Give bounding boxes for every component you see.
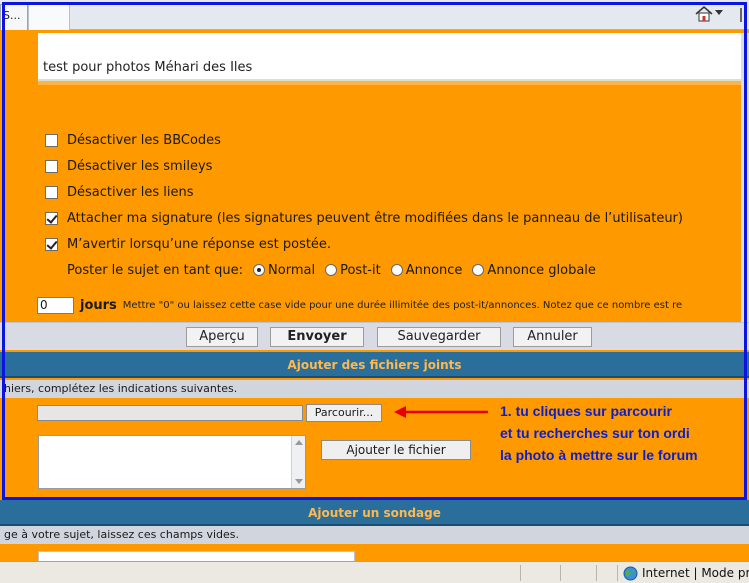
radio-label: Normal (268, 262, 316, 278)
add-file-button[interactable]: Ajouter le fichier (321, 440, 471, 460)
checkbox-disable-smileys[interactable] (45, 159, 58, 173)
option-label: M’avertir lorsqu’une réponse est postée. (67, 236, 332, 252)
send-button[interactable]: Envoyer (270, 327, 364, 347)
checkbox-disable-links[interactable] (45, 185, 58, 199)
option-label: Désactiver les smileys (67, 158, 213, 174)
checkbox-attach-signature[interactable] (45, 211, 58, 225)
scroll-down-icon[interactable] (295, 479, 303, 484)
preview-button[interactable]: Aperçu (186, 327, 258, 347)
save-button[interactable]: Sauvegarder (377, 327, 501, 347)
cancel-button[interactable]: Annuler (513, 327, 592, 347)
status-divider (560, 565, 561, 581)
duration-note: Mettre "0" ou laissez cette case vide po… (122, 299, 683, 311)
post-as-row: Poster le sujet en tant que: Normal Post… (67, 261, 596, 279)
option-label: Attacher ma signature (les signatures pe… (67, 210, 683, 226)
browser-tab-new[interactable] (28, 4, 70, 30)
message-text: test pour photos Méhari des Iles (43, 60, 253, 75)
file-path-input[interactable] (37, 405, 303, 421)
browser-status-bar: Internet | Mode prot (0, 561, 749, 583)
globe-icon (623, 566, 638, 581)
poll-question-input[interactable] (38, 551, 355, 561)
radio-global-announce[interactable] (472, 264, 485, 276)
browse-button[interactable]: Parcourir... (306, 404, 382, 422)
radio-post-it[interactable] (325, 264, 338, 276)
arrow-left-icon (394, 406, 488, 418)
duration-input[interactable]: 0 (37, 296, 74, 314)
tab-bar-edge (740, 8, 742, 22)
annotation-line: et tu recherches sur ton ordi (500, 425, 690, 441)
attachments-header: Ajouter des fichiers joints (0, 352, 749, 378)
status-divider (617, 565, 618, 581)
option-label: Désactiver les BBCodes (67, 132, 221, 148)
submit-button-bar: Aperçu Envoyer Sauvegarder Annuler (0, 322, 749, 350)
status-divider (596, 565, 597, 581)
status-divider (520, 565, 521, 581)
option-disable-links[interactable]: Désactiver les liens (45, 183, 194, 201)
attached-files-list[interactable] (38, 435, 306, 489)
duration-row: 0 jours Mettre "0" ou laissez cette case… (37, 296, 682, 314)
option-attach-signature[interactable]: Attacher ma signature (les signatures pe… (45, 209, 683, 227)
radio-label: Post-it (340, 262, 381, 278)
radio-label: Annonce globale (487, 262, 596, 278)
message-textarea[interactable]: test pour photos Méhari des Iles (38, 33, 741, 81)
option-disable-bbcode[interactable]: Désactiver les BBCodes (45, 131, 221, 149)
page-scrollbar[interactable] (741, 33, 749, 322)
textarea-border (38, 81, 741, 85)
list-scrollbar[interactable] (291, 436, 305, 488)
option-label: Désactiver les liens (67, 184, 194, 200)
browser-tab[interactable]: S... (0, 4, 28, 30)
annotation-line: 1. tu cliques sur parcourir (500, 403, 672, 419)
browser-tab-label: S... (3, 9, 21, 22)
attachments-note: hiers, complétez les indications suivant… (0, 380, 749, 398)
home-icon[interactable] (695, 6, 713, 22)
poll-note: ge à votre sujet, laissez ces champs vid… (0, 526, 749, 544)
checkbox-disable-bbcode[interactable] (45, 133, 58, 147)
poll-header: Ajouter un sondage (0, 500, 749, 526)
checkbox-notify-reply[interactable] (45, 237, 58, 251)
radio-label: Annonce (405, 262, 463, 278)
tutorial-annotation: 1. tu cliques sur parcourir et tu recher… (500, 400, 745, 466)
chevron-down-icon[interactable] (715, 10, 723, 15)
radio-announce[interactable] (390, 264, 403, 276)
security-zone-text: Internet | Mode prot (642, 566, 749, 580)
radio-normal[interactable] (253, 264, 266, 276)
post-as-label: Poster le sujet en tant que: (67, 262, 244, 278)
option-notify-reply[interactable]: M’avertir lorsqu’une réponse est postée. (45, 235, 331, 253)
annotation-line: la photo à mettre sur le forum (500, 447, 698, 463)
browser-tab-bar: S... (0, 0, 749, 30)
option-disable-smileys[interactable]: Désactiver les smileys (45, 157, 212, 175)
scroll-up-icon[interactable] (295, 440, 303, 445)
duration-unit: jours (80, 297, 117, 313)
